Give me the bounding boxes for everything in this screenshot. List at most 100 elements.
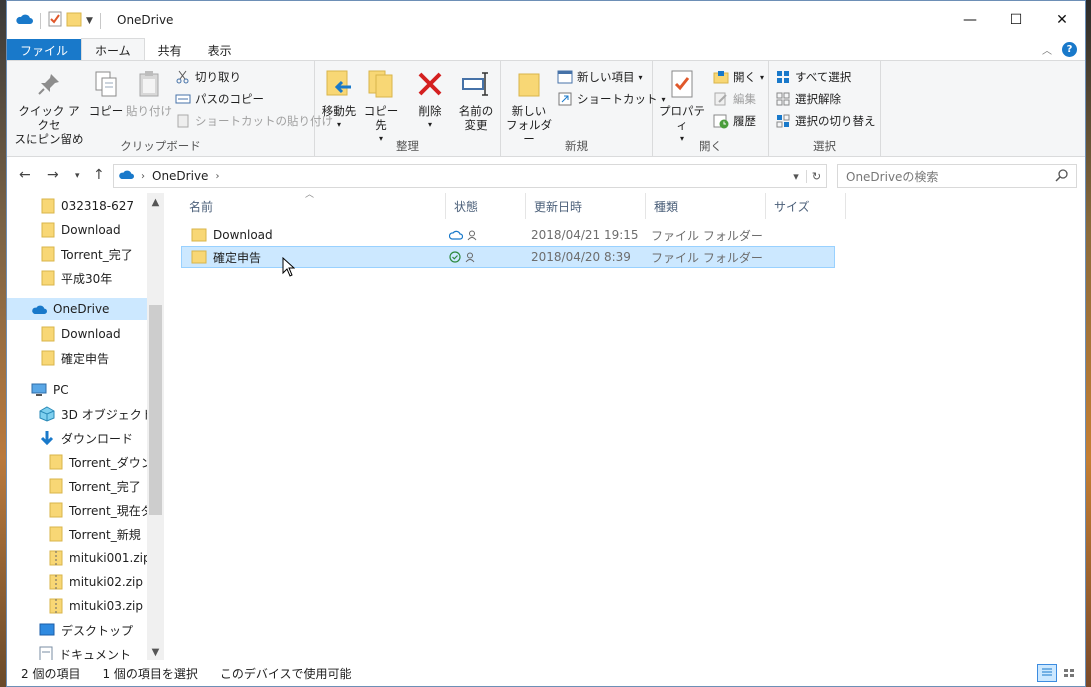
column-header-size[interactable]: サイズ — [766, 193, 846, 219]
large-icons-view-icon[interactable] — [1059, 664, 1079, 682]
pin-quick-access-button[interactable]: クイック アクセ スにピン留め — [13, 67, 85, 146]
nav-item-quick-3[interactable]: Torrent_完了 — [41, 243, 133, 265]
properties-check-icon[interactable] — [48, 11, 62, 30]
shortcut-icon — [557, 91, 573, 107]
new-group-label: 新規 — [565, 139, 588, 153]
tab-view[interactable]: 表示 — [195, 39, 245, 61]
nav-item-quick-1[interactable]: 032318-627 — [41, 195, 134, 217]
column-header-modified[interactable]: 更新日時 — [526, 193, 646, 219]
paste-shortcut-button[interactable]: ショートカットの貼り付け — [175, 113, 333, 129]
collapse-ribbon-icon[interactable]: ︿ — [1042, 42, 1052, 57]
nav-item-dl-4[interactable]: Torrent_新規 — [49, 523, 141, 545]
nav-item-desktop[interactable]: デスクトップ — [39, 619, 133, 641]
nav-item-dl-2[interactable]: Torrent_完了 — [49, 475, 141, 497]
edit-button[interactable]: 編集 — [713, 91, 756, 107]
status-cell — [449, 247, 475, 267]
nav-item-3d-objects[interactable]: 3D オブジェクト — [39, 403, 154, 425]
maximize-button[interactable]: ☐ — [993, 1, 1039, 39]
nav-item-onedrive[interactable]: OneDrive — [7, 298, 147, 320]
select-none-icon — [775, 91, 791, 107]
onedrive-cloud-icon — [32, 305, 47, 314]
chevron-down-icon[interactable]: ▼ — [86, 16, 93, 26]
nav-item-label: Torrent_完了 — [69, 479, 141, 494]
scroll-up-icon[interactable]: ▲ — [147, 197, 164, 208]
details-view-icon[interactable] — [1037, 664, 1057, 682]
delete-x-icon — [413, 67, 447, 101]
invert-selection-button[interactable]: 選択の切り替え — [775, 113, 876, 129]
open-button[interactable]: 開く ▾ — [713, 69, 764, 85]
quick-access-toolbar: ▼ — [15, 11, 104, 30]
file-type: ファイル フォルダー — [651, 250, 763, 265]
invert-selection-icon — [775, 113, 791, 129]
nav-item-label: mituki02.zip — [69, 575, 143, 589]
copy-to-label: コピー先 — [363, 104, 399, 132]
nav-item-dl-5[interactable]: mituki001.zip — [49, 547, 151, 569]
nav-item-quick-4[interactable]: 平成30年 — [41, 267, 112, 289]
folder-icon — [41, 350, 55, 366]
new-folder-qat-icon[interactable] — [66, 11, 82, 30]
rename-label-1: 名前の — [458, 104, 494, 118]
delete-button[interactable]: 削除 ▾ — [413, 67, 447, 132]
minimize-button[interactable]: — — [947, 1, 993, 39]
window-controls: — ☐ ✕ — [947, 1, 1085, 39]
nav-item-onedrive-download[interactable]: Download — [41, 323, 121, 345]
scroll-thumb[interactable] — [149, 305, 162, 515]
recent-locations-chevron-icon[interactable]: ▾ — [75, 171, 80, 181]
history-button[interactable]: 履歴 — [713, 113, 756, 129]
cut-button[interactable]: 切り取り — [175, 69, 241, 85]
new-folder-button[interactable]: 新しい フォルダー — [505, 67, 553, 146]
column-header-status[interactable]: 状態 — [446, 193, 526, 219]
properties-button[interactable]: プロパティ ▾ — [657, 67, 707, 146]
breadcrumb-onedrive[interactable]: OneDrive — [152, 169, 208, 183]
nav-scrollbar[interactable]: ▲ ▼ — [147, 193, 164, 661]
column-header-name[interactable]: 名前 — [181, 193, 446, 219]
nav-item-label: 確定申告 — [61, 351, 110, 366]
back-arrow-icon[interactable]: ← — [19, 167, 31, 183]
nav-item-quick-2[interactable]: Download — [41, 219, 121, 241]
search-box[interactable]: OneDriveの検索 — [837, 164, 1077, 188]
address-bar[interactable]: › OneDrive › ▾ ↻ — [113, 164, 827, 188]
nav-item-onedrive-kakutei[interactable]: 確定申告 — [41, 347, 109, 369]
up-arrow-icon[interactable]: ↑ — [93, 167, 105, 183]
nav-item-dl-6[interactable]: mituki02.zip — [49, 571, 143, 593]
file-row-selected[interactable]: 確定申告 2018/04/20 8:39 ファイル フォルダー — [181, 246, 835, 268]
search-icon[interactable] — [1055, 169, 1068, 185]
scroll-down-icon[interactable]: ▼ — [147, 647, 164, 658]
nav-item-downloads[interactable]: ダウンロード — [39, 427, 133, 449]
nav-item-label: Torrent_現在ダ — [69, 503, 153, 518]
select-all-button[interactable]: すべて選択 — [775, 69, 851, 85]
refresh-icon[interactable]: ↻ — [806, 169, 826, 183]
new-item-button[interactable]: 新しい項目 ▾ — [557, 69, 643, 85]
nav-item-pc[interactable]: PC — [31, 379, 69, 401]
pc-icon — [31, 383, 47, 396]
copy-path-button[interactable]: パスのコピー — [175, 91, 264, 107]
nav-item-dl-3[interactable]: Torrent_現在ダ — [49, 499, 153, 521]
scissors-icon — [175, 69, 191, 85]
item-count: 2 個の項目 — [21, 666, 81, 681]
new-folder-label-1: 新しい — [511, 104, 547, 118]
select-group: すべて選択 選択解除 選択の切り替え 選択 — [769, 61, 881, 157]
tab-file[interactable]: ファイル — [7, 39, 82, 61]
address-dropdown-icon[interactable]: ▾ — [786, 170, 806, 183]
move-to-label: 移動先 — [321, 104, 357, 118]
breadcrumb-chevron-icon-2: › — [215, 170, 220, 182]
nav-item-documents[interactable]: ドキュメント — [39, 643, 131, 661]
copy-button[interactable]: コピー — [87, 67, 125, 118]
paste-button[interactable]: 貼り付け — [125, 67, 173, 118]
paste-shortcut-label: ショートカットの貼り付け — [195, 114, 333, 128]
copy-path-label: パスのコピー — [195, 92, 264, 106]
move-to-button[interactable]: 移動先 ▾ — [319, 67, 359, 132]
copy-to-button[interactable]: コピー先 ▾ — [361, 67, 401, 146]
tab-share[interactable]: 共有 — [145, 39, 195, 61]
open-chevron-icon: ▾ — [760, 72, 765, 82]
forward-arrow-icon[interactable]: → — [47, 167, 59, 183]
file-row[interactable]: Download 2018/04/21 19:15 ファイル フォルダー — [181, 225, 835, 247]
nav-item-dl-7[interactable]: mituki03.zip — [49, 595, 143, 617]
close-button[interactable]: ✕ — [1039, 1, 1085, 39]
tab-home[interactable]: ホーム — [81, 38, 145, 61]
column-header-type[interactable]: 種類 — [646, 193, 766, 219]
select-none-button[interactable]: 選択解除 — [775, 91, 841, 107]
rename-button[interactable]: 名前の 変更 — [455, 67, 497, 132]
easy-access-button[interactable]: ショートカット ▾ — [557, 91, 666, 107]
help-icon[interactable]: ? — [1062, 42, 1077, 57]
